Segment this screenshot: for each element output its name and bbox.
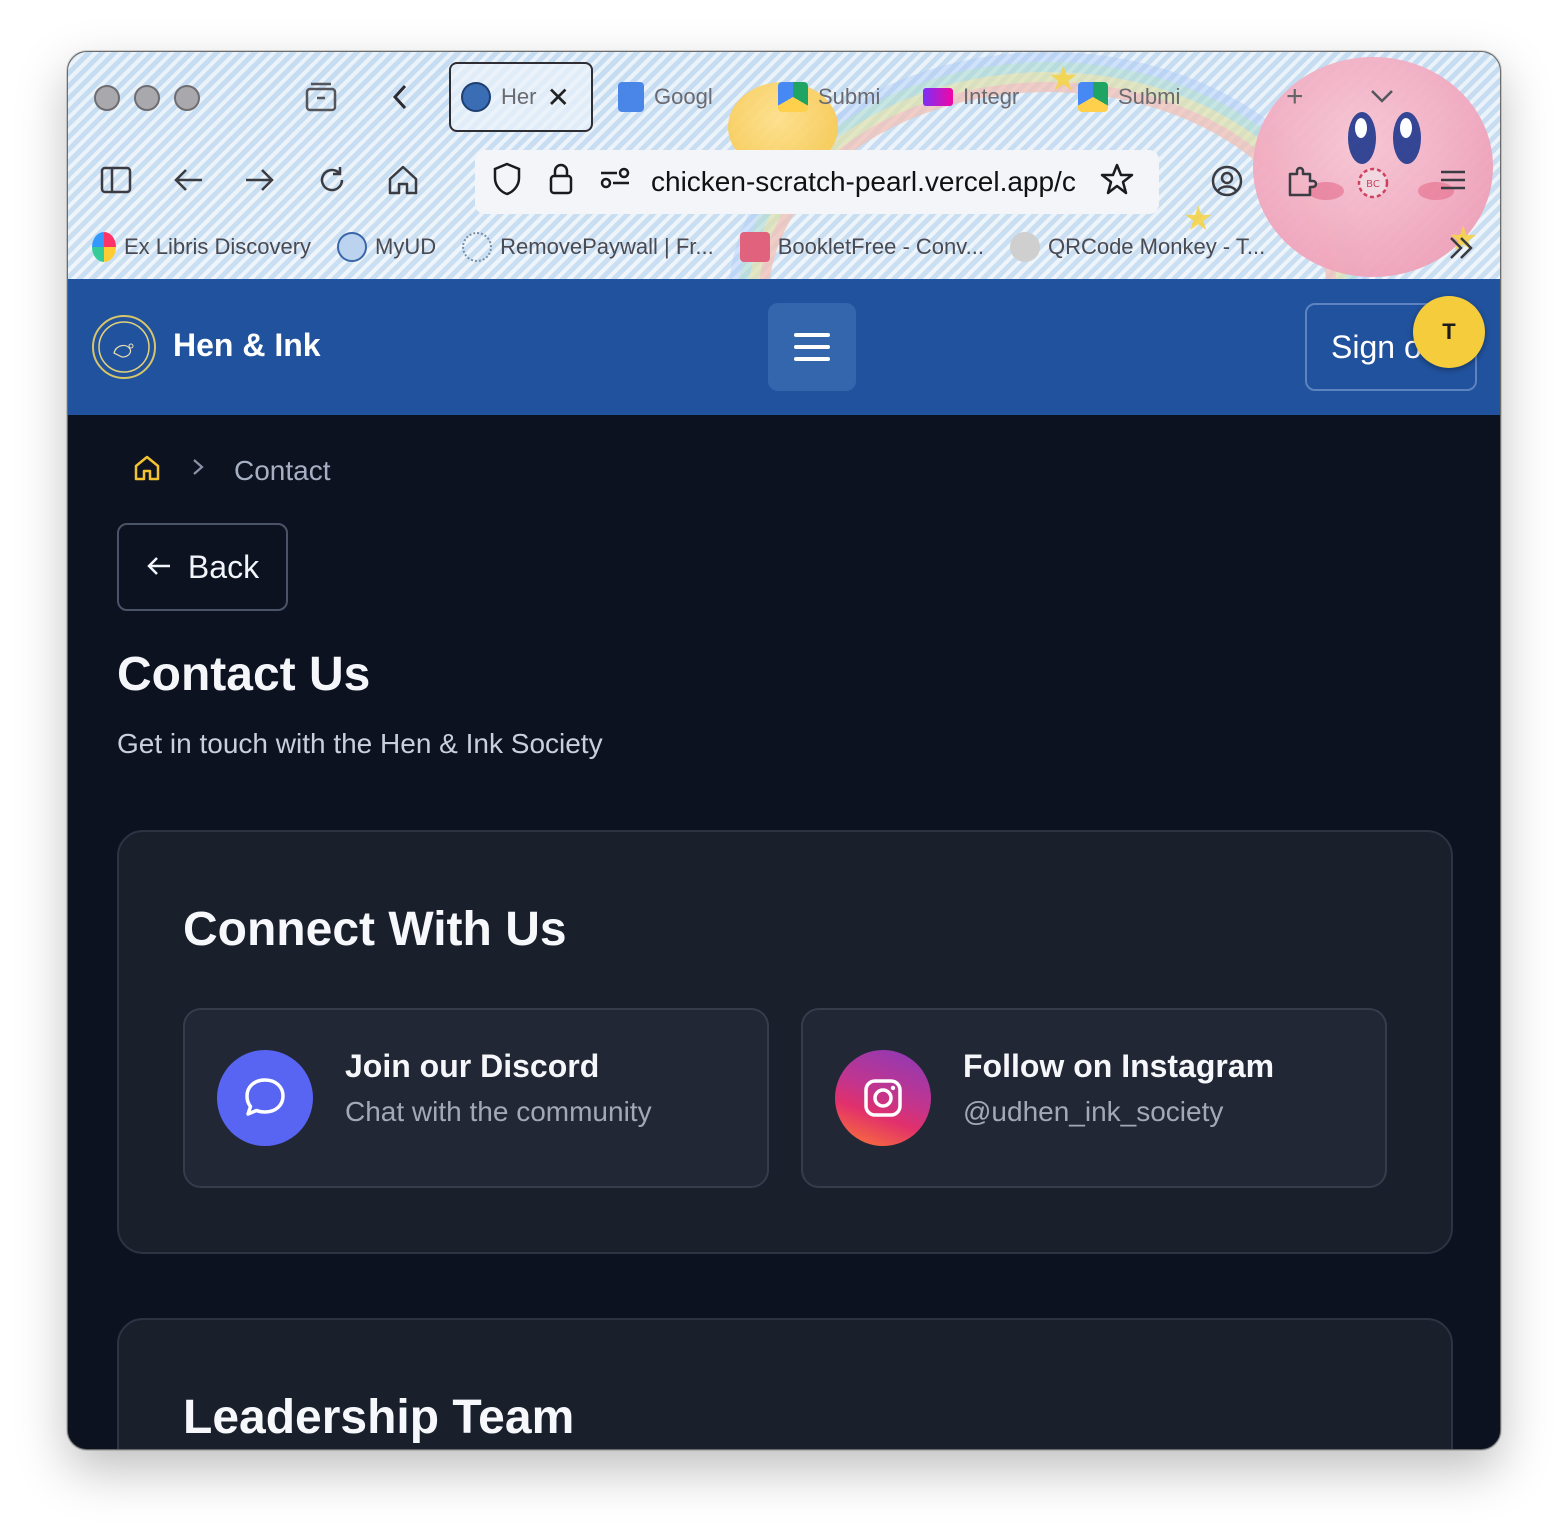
tab-label: Her	[501, 84, 537, 109]
discord-subtitle: Chat with the community	[345, 1096, 652, 1127]
tab-google-docs[interactable]: Googl	[608, 62, 723, 132]
lock-icon[interactable]	[543, 162, 579, 203]
bookmark-ex-libris[interactable]: Ex Libris Discovery	[92, 232, 311, 262]
make-icon	[923, 88, 953, 106]
ex-libris-icon	[92, 232, 116, 262]
bookmark-label: RemovePaywall | Fr...	[500, 234, 714, 259]
bookmark-bookletfree[interactable]: BookletFree - Conv...	[739, 232, 984, 262]
removepaywall-icon	[462, 232, 493, 262]
connect-card: Connect With Us Join our Discord Chat wi…	[117, 830, 1453, 1254]
bookmark-removepaywall[interactable]: RemovePaywall | Fr...	[462, 232, 714, 262]
menu-icon-bar	[794, 333, 830, 337]
page-title: Contact Us	[117, 648, 371, 701]
main-content: Contact Back Contact Us Get in touch wit…	[68, 415, 1500, 1449]
tab-groups-icon[interactable]	[304, 80, 338, 120]
bookmarks-overflow-chevron-icon[interactable]	[1446, 234, 1476, 268]
close-window-button[interactable]	[94, 85, 120, 111]
google-drive-icon	[778, 82, 808, 112]
tab-label: Googl	[654, 84, 713, 109]
tab-hen-ink[interactable]: Her ✕	[449, 62, 593, 132]
tab-integrations[interactable]: Integr	[913, 62, 1029, 132]
star-decoration: ★	[1183, 200, 1214, 238]
google-drive-icon	[1078, 82, 1108, 112]
bookmark-star-icon[interactable]	[1099, 162, 1135, 203]
hen-ink-logo[interactable]	[92, 315, 156, 379]
menu-icon-bar	[794, 345, 830, 349]
qrcode-monkey-icon	[1009, 232, 1040, 262]
new-tab-icon[interactable]: +	[1286, 82, 1304, 112]
site-permissions-icon[interactable]	[597, 166, 633, 198]
back-arrow-icon[interactable]	[172, 165, 204, 201]
arrow-left-icon	[146, 549, 172, 586]
site-header: Hen & Ink Sign o	[68, 279, 1500, 415]
forward-arrow-icon[interactable]	[244, 165, 276, 201]
home-icon[interactable]	[132, 453, 162, 488]
chat-bubble-icon	[217, 1050, 313, 1146]
extension-badge-icon[interactable]: BC	[1356, 166, 1390, 206]
leadership-title: Leadership Team	[183, 1391, 575, 1444]
instagram-icon	[835, 1050, 931, 1146]
browser-window: ★ ★ ★ Her ✕ Googl Submi Integr Submi + c…	[67, 51, 1501, 1450]
tracking-shield-icon[interactable]	[489, 162, 525, 203]
sidebar-toggle-icon[interactable]	[100, 166, 132, 200]
chevron-right-icon	[190, 455, 206, 486]
user-avatar[interactable]: T	[1413, 296, 1485, 368]
extensions-puzzle-icon[interactable]	[1286, 164, 1318, 204]
bookmarks-bar: Ex Libris Discovery MyUD RemovePaywall |…	[92, 232, 1265, 262]
minimize-window-button[interactable]	[134, 85, 160, 111]
hamburger-menu-button[interactable]	[768, 303, 856, 391]
instagram-title: Follow on Instagram	[963, 1048, 1275, 1084]
maximize-window-button[interactable]	[174, 85, 200, 111]
tab-google-drive-submit[interactable]: Submi	[768, 62, 890, 132]
bookletfree-icon	[739, 232, 770, 262]
tab-scroll-left-icon[interactable]	[388, 80, 412, 120]
bookmark-label: MyUD	[375, 234, 437, 259]
bookmark-label: BookletFree - Conv...	[777, 234, 984, 259]
account-icon[interactable]	[1210, 164, 1244, 204]
breadcrumb: Contact	[132, 453, 331, 488]
discord-link-card[interactable]: Join our Discord Chat with the community	[183, 1008, 769, 1188]
instagram-link-card[interactable]: Follow on Instagram @udhen_ink_society	[801, 1008, 1387, 1188]
menu-icon-bar	[794, 357, 830, 361]
instagram-handle: @udhen_ink_society	[963, 1096, 1224, 1127]
hen-ink-favicon-icon	[461, 82, 491, 112]
breadcrumb-current: Contact	[234, 454, 331, 486]
bookmark-label: QRCode Monkey - T...	[1047, 234, 1266, 259]
app-menu-icon[interactable]	[1438, 166, 1468, 200]
tab-google-drive-submit-2[interactable]: Submi	[1068, 62, 1190, 132]
list-tabs-chevron-down-icon[interactable]	[1368, 82, 1396, 116]
back-button[interactable]: Back	[117, 523, 288, 611]
home-icon[interactable]	[386, 163, 420, 203]
discord-title: Join our Discord	[345, 1048, 600, 1084]
url-text[interactable]: chicken-scratch-pearl.vercel.app/c	[651, 166, 1081, 198]
tab-label: Submi	[818, 84, 881, 109]
bookmark-label: Ex Libris Discovery	[124, 234, 312, 259]
connect-title: Connect With Us	[183, 903, 567, 956]
bookmark-qrcode-monkey[interactable]: QRCode Monkey - T...	[1009, 232, 1266, 262]
myud-icon	[337, 232, 368, 262]
bookmark-myud[interactable]: MyUD	[337, 232, 436, 262]
address-bar[interactable]: chicken-scratch-pearl.vercel.app/c	[475, 150, 1159, 214]
site-brand[interactable]: Hen & Ink	[173, 327, 321, 364]
reload-icon[interactable]	[316, 164, 348, 202]
google-docs-icon	[618, 82, 644, 112]
back-label: Back	[187, 548, 260, 585]
svg-text:BC: BC	[1366, 179, 1380, 190]
close-tab-icon[interactable]: ✕	[546, 81, 569, 114]
leadership-card: Leadership Team	[117, 1318, 1453, 1449]
tab-label: Integr	[963, 84, 1020, 109]
tab-label: Submi	[1118, 84, 1181, 109]
page-subtitle: Get in touch with the Hen & Ink Society	[117, 728, 603, 759]
browser-chrome: ★ ★ ★ Her ✕ Googl Submi Integr Submi + c…	[68, 52, 1500, 279]
